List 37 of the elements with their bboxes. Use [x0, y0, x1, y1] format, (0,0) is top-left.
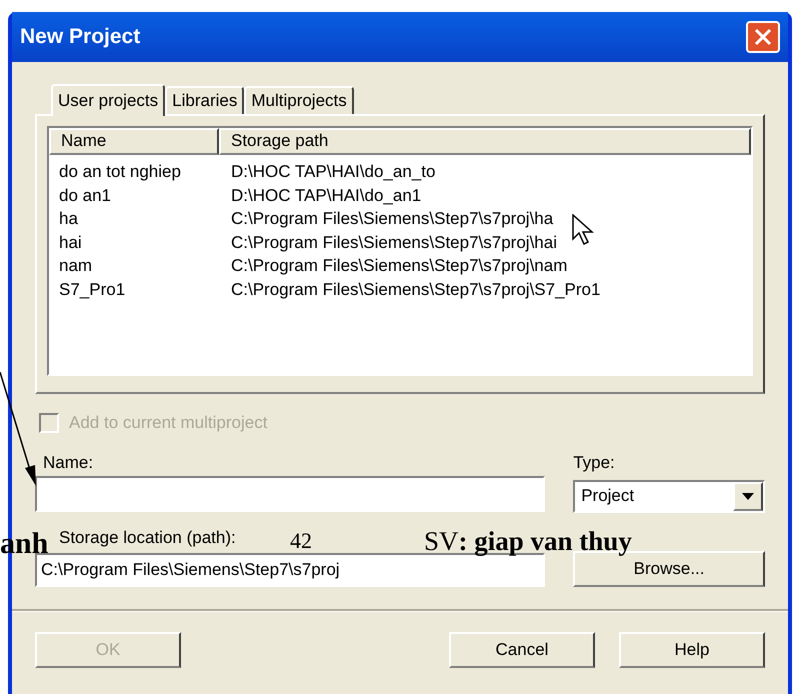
field-label: Type:: [573, 452, 616, 474]
type-dropdown[interactable]: Project: [573, 480, 765, 512]
table-cell-text: C:\Program Files\Siemens\Step7\s7proj\nam: [230, 255, 568, 277]
table-cell-text: C:\Program Files\Siemens\Step7\s7proj\S7_Pro1: [230, 278, 600, 300]
list-row[interactable]: S7_Pro1 C:\Program Files\Siemens\Step7\s7proj\S7_Pro1: [49, 278, 751, 301]
tab[interactable]: User projects: [51, 84, 166, 116]
close-button[interactable]: [746, 21, 780, 53]
dialog-button[interactable]: Cancel: [449, 632, 595, 668]
table-cell-text: S7_Pro1: [58, 278, 126, 300]
list-row[interactable]: do an1 D:\HOC TAP\HAI\do_an1: [49, 184, 751, 207]
field-label: Storage location (path):: [59, 528, 236, 546]
dialog-button[interactable]: Help: [619, 632, 765, 668]
table-cell-text: hai: [58, 232, 83, 254]
page-number: 42: [290, 530, 312, 552]
column-header[interactable]: Name: [49, 128, 219, 155]
column-header[interactable]: Storage path: [219, 128, 751, 155]
table-cell-text: do an1: [58, 184, 112, 206]
caret-icon: [742, 492, 754, 500]
table-cell-text: nam: [58, 255, 94, 277]
mouse-pointer-icon: [572, 214, 596, 246]
list-row[interactable]: do an tot nghiep D:\HOC TAP\HAI\do_an_to: [49, 160, 751, 184]
checkbox-label: Add to current multiproject: [69, 412, 268, 434]
table-cell-text: C:\Program Files\Siemens\Step7\s7proj\ha: [230, 208, 554, 230]
table-cell-text: D:\HOC TAP\HAI\do_an_to: [230, 161, 436, 183]
close-icon: [754, 28, 772, 46]
table-cell-text: do an tot nghiep: [58, 161, 182, 183]
tab[interactable]: Multiprojects: [244, 86, 354, 114]
window-title: New Project: [20, 24, 140, 50]
table-cell-text: C:\Program Files\Siemens\Step7\s7proj\hai: [230, 232, 557, 254]
list-row[interactable]: ha C:\Program Files\Siemens\Step7\s7proj\ha: [49, 207, 751, 230]
field-label: Name:: [43, 452, 94, 472]
table-cell-text: ha: [58, 208, 79, 230]
table-cell-text: D:\HOC TAP\HAI\do_an1: [230, 184, 422, 206]
list-row[interactable]: nam C:\Program Files\Siemens\Step7\s7proj\nam: [49, 254, 751, 278]
name-input[interactable]: [35, 476, 546, 512]
tab[interactable]: Libraries: [165, 86, 244, 114]
list-row[interactable]: hai C:\Program Files\Siemens\Step7\s7proj\hai: [49, 230, 751, 254]
